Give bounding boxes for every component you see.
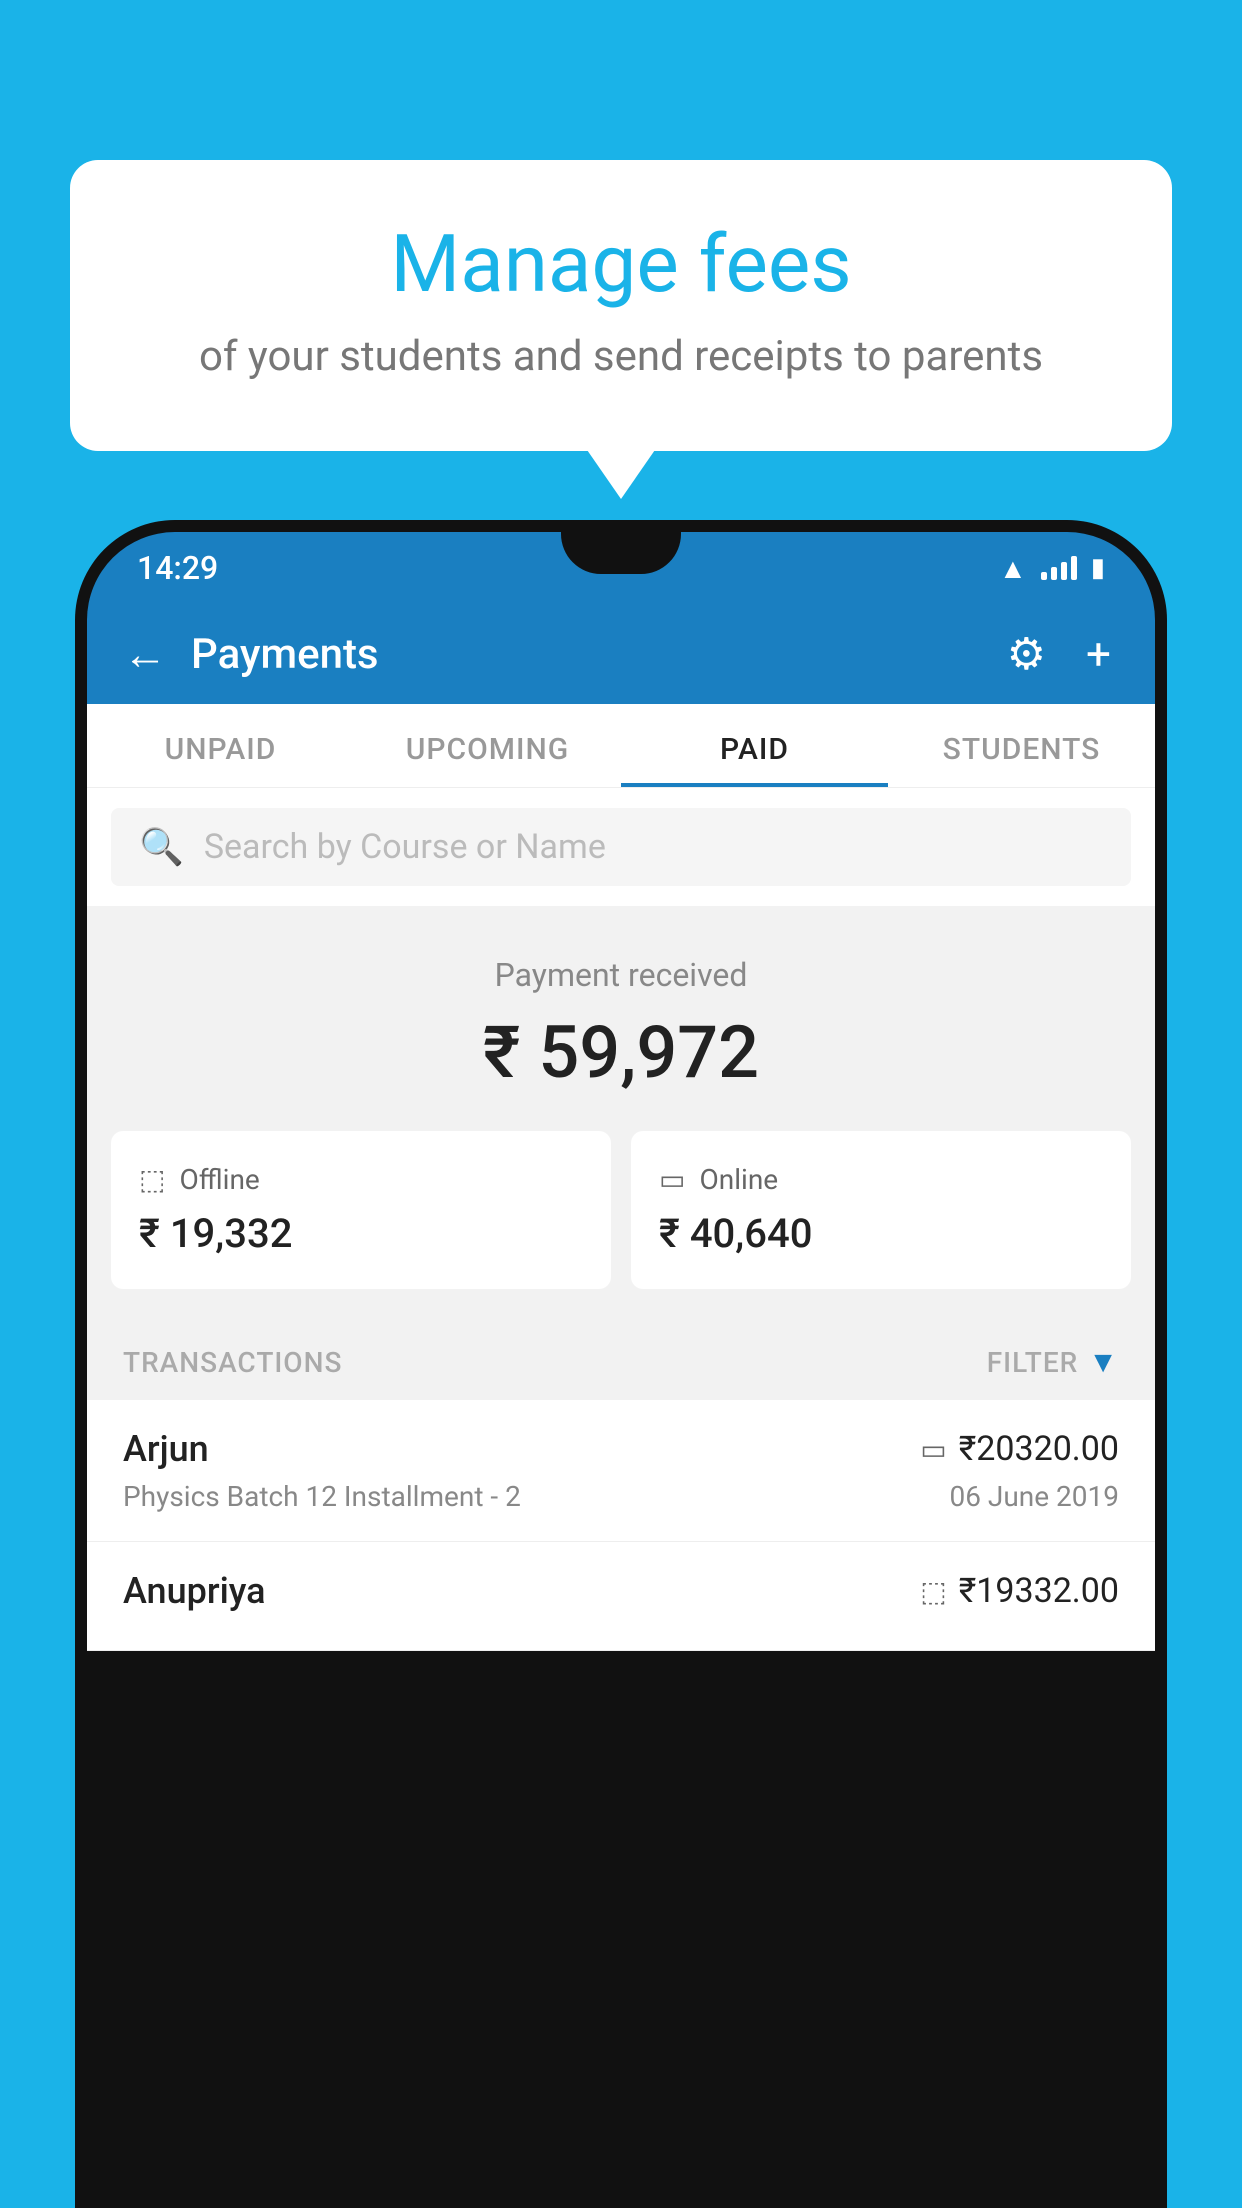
transaction-amount: ▭ ₹20320.00 <box>920 1429 1119 1469</box>
offline-label: Offline <box>179 1163 259 1196</box>
online-icon: ▭ <box>659 1163 685 1196</box>
status-bar: 14:29 ▲ ▮ <box>87 532 1155 604</box>
offline-card-header: ⬚ Offline <box>139 1163 583 1196</box>
battery-icon: ▮ <box>1091 553 1105 583</box>
offline-icon: ⬚ <box>139 1163 165 1196</box>
tab-students[interactable]: STUDENTS <box>888 704 1155 787</box>
online-payment-icon: ▭ <box>920 1433 946 1466</box>
filter-label: FILTER <box>987 1346 1079 1379</box>
transaction-name: Anupriya <box>123 1570 266 1612</box>
online-payment-card: ▭ Online ₹ 40,640 <box>631 1131 1131 1289</box>
transaction-bottom: Physics Batch 12 Installment - 2 06 June… <box>123 1480 1119 1513</box>
transaction-top: Arjun ▭ ₹20320.00 <box>123 1428 1119 1470</box>
status-time: 14:29 <box>137 549 218 587</box>
filter-button[interactable]: FILTER ▼ <box>987 1345 1119 1380</box>
transactions-header: TRANSACTIONS FILTER ▼ <box>87 1325 1155 1400</box>
transaction-date: 06 June 2019 <box>949 1480 1119 1513</box>
bubble-title: Manage fees <box>150 220 1092 308</box>
phone-inner: 14:29 ▲ ▮ ← Payments ⚙ + <box>87 532 1155 2208</box>
search-bar[interactable]: 🔍 Search by Course or Name <box>111 808 1131 886</box>
back-button[interactable]: ← <box>123 628 167 680</box>
notch <box>561 532 681 574</box>
online-amount: ₹ 40,640 <box>659 1210 1103 1257</box>
app-content: 🔍 Search by Course or Name Payment recei… <box>87 788 1155 1651</box>
app-bar: ← Payments ⚙ + <box>87 604 1155 704</box>
payment-summary: Payment received ₹ 59,972 <box>87 906 1155 1131</box>
payment-total-amount: ₹ 59,972 <box>111 1010 1131 1095</box>
transaction-row[interactable]: Anupriya ⬚ ₹19332.00 <box>87 1542 1155 1651</box>
payment-cards-row: ⬚ Offline ₹ 19,332 ▭ Online ₹ 40,640 <box>87 1131 1155 1325</box>
speech-bubble-container: Manage fees of your students and send re… <box>70 160 1172 451</box>
offline-payment-icon: ⬚ <box>920 1575 946 1608</box>
settings-button[interactable]: ⚙ <box>999 620 1054 688</box>
offline-amount: ₹ 19,332 <box>139 1210 583 1257</box>
status-icons: ▲ ▮ <box>999 552 1105 585</box>
signal-icon <box>1041 556 1077 580</box>
tab-unpaid[interactable]: UNPAID <box>87 704 354 787</box>
phone-frame: 14:29 ▲ ▮ ← Payments ⚙ + <box>75 520 1167 2208</box>
transaction-top: Anupriya ⬚ ₹19332.00 <box>123 1570 1119 1612</box>
payment-received-label: Payment received <box>111 956 1131 994</box>
wifi-icon: ▲ <box>999 552 1027 585</box>
speech-bubble: Manage fees of your students and send re… <box>70 160 1172 451</box>
tab-upcoming[interactable]: UPCOMING <box>354 704 621 787</box>
online-card-header: ▭ Online <box>659 1163 1103 1196</box>
transaction-amount: ⬚ ₹19332.00 <box>920 1571 1119 1611</box>
filter-icon: ▼ <box>1088 1345 1119 1380</box>
bubble-subtitle: of your students and send receipts to pa… <box>150 332 1092 381</box>
online-label: Online <box>699 1163 778 1196</box>
add-button[interactable]: + <box>1078 620 1119 688</box>
search-container: 🔍 Search by Course or Name <box>87 788 1155 906</box>
search-icon: 🔍 <box>139 826 184 868</box>
tab-paid[interactable]: PAID <box>621 704 888 787</box>
app-title: Payments <box>191 630 975 679</box>
transactions-label: TRANSACTIONS <box>123 1346 342 1379</box>
transaction-course: Physics Batch 12 Installment - 2 <box>123 1480 521 1513</box>
offline-payment-card: ⬚ Offline ₹ 19,332 <box>111 1131 611 1289</box>
transaction-row[interactable]: Arjun ▭ ₹20320.00 Physics Batch 12 Insta… <box>87 1400 1155 1542</box>
search-input[interactable]: Search by Course or Name <box>204 827 606 867</box>
tabs: UNPAID UPCOMING PAID STUDENTS <box>87 704 1155 788</box>
transaction-name: Arjun <box>123 1428 209 1470</box>
